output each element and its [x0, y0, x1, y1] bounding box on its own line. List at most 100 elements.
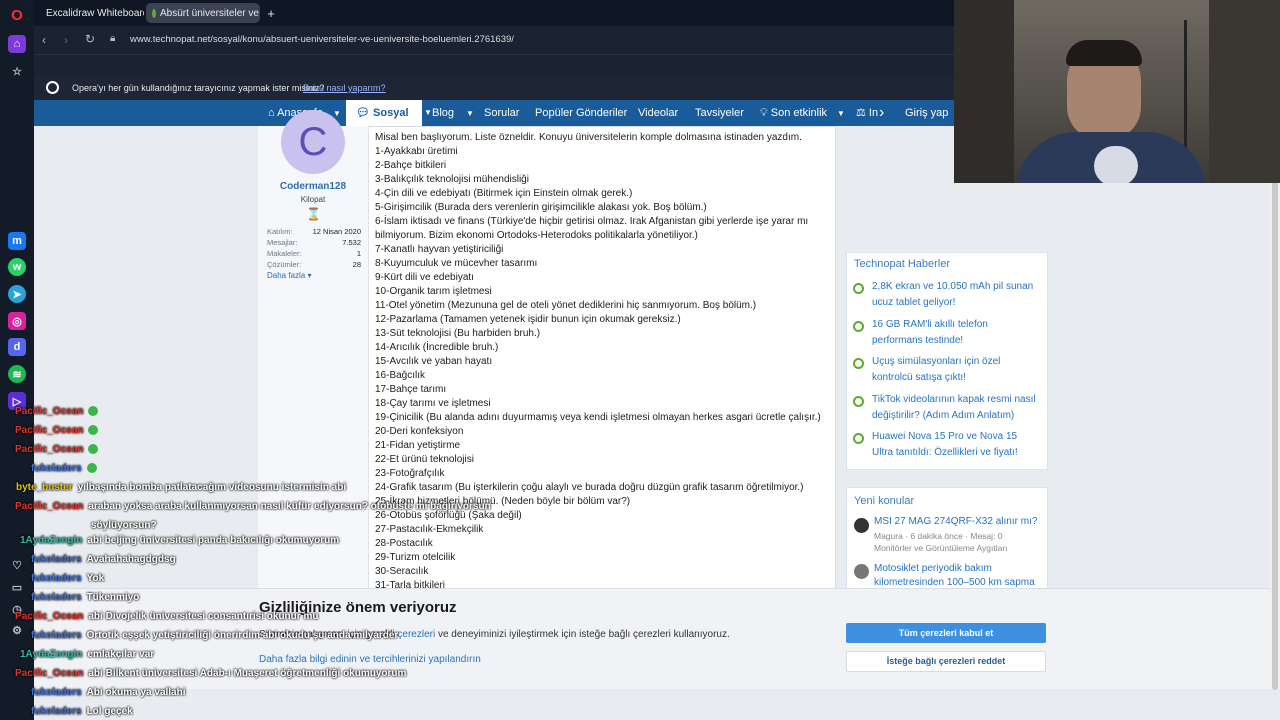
- author-rank: Kilopat: [300, 195, 326, 204]
- chat-text: yılbaşında bomba patlatacağım videosunu …: [77, 482, 347, 493]
- wall-shadow: [1209, 0, 1280, 183]
- messenger-icon[interactable]: m: [8, 232, 26, 250]
- tab-technopat[interactable]: Absürt üniversiteler ve ün: [146, 3, 260, 23]
- tab-excalidraw[interactable]: Excalidraw Whiteboard: [36, 3, 144, 23]
- spotify-icon[interactable]: ≋: [8, 365, 26, 383]
- nav-recommendations[interactable]: Tavsiyeler: [695, 100, 744, 126]
- infobar-link[interactable]: Bunu nasıl yaparım?: [303, 83, 386, 93]
- news-item[interactable]: 16 GB RAM'li akıllı telefon performans t…: [872, 317, 1036, 349]
- nav-more[interactable]: ⚖ In: [856, 100, 878, 126]
- chat-username: Pacific_Ocean: [15, 406, 84, 417]
- author-name[interactable]: Coderman128: [258, 181, 368, 192]
- whatsapp-icon[interactable]: w: [8, 258, 26, 276]
- avatar[interactable]: C: [281, 110, 345, 174]
- nav-questions[interactable]: Sorular: [484, 100, 519, 126]
- telegram-icon[interactable]: ➤: [8, 285, 26, 303]
- post-line: 6-İslam iktisadı ve finans (Türkiye'de h…: [375, 216, 809, 227]
- topic-meta: Magura · 6 dakika önce · Mesaj: 0: [874, 531, 1003, 541]
- chat-username: Pacific_Ocean: [15, 501, 84, 512]
- star-icon[interactable]: ☆: [8, 62, 26, 80]
- back-icon[interactable]: ‹: [42, 33, 46, 47]
- tab-label: Excalidraw Whiteboard: [46, 7, 144, 19]
- chat-text: abi beijing üniversitesi panda bakıcılığ…: [87, 535, 340, 546]
- nav-blog[interactable]: Blog ▼: [432, 100, 474, 126]
- avatar[interactable]: [854, 564, 869, 579]
- chat-message: Pacific_Ocean abi Bilkent üniversitesi Ad…: [15, 667, 406, 680]
- opera-logo-icon[interactable]: O: [8, 6, 26, 24]
- url-field[interactable]: www.technopat.net/sosyal/konu/absuert-ue…: [130, 34, 514, 45]
- discord-icon[interactable]: d: [8, 338, 26, 356]
- reload-icon[interactable]: ↻: [85, 32, 95, 46]
- caret-down-icon: ▾: [307, 271, 312, 280]
- lightbulb-icon: 💡︎: [760, 107, 771, 119]
- chat-message: Pacific_Ocean: [15, 443, 99, 456]
- home-icon[interactable]: ⌂: [8, 35, 26, 53]
- post-line: 8-Kuyumculuk ve mücevher tasarımı: [375, 258, 538, 269]
- cookie-settings-link[interactable]: Daha fazla bilgi edinin ve tercihleriniz…: [259, 654, 481, 665]
- person-hair: [1066, 40, 1142, 66]
- microphone: [1094, 146, 1138, 183]
- news-item[interactable]: TikTok videolarının kapak resmi nasıl de…: [872, 392, 1036, 424]
- default-browser-infobar: Opera'yı her gün kullandığınız tarayıcın…: [34, 76, 954, 100]
- chat-username: 1AydaZengin: [20, 535, 83, 546]
- chat-text: araban yoksa araba kullanmıyorsan nasıl …: [88, 501, 491, 512]
- chat-bubble-icon: 💬︎: [356, 107, 374, 119]
- door-frame: [954, 0, 1014, 183]
- power-icon: [853, 395, 864, 407]
- chat-text: Lol geçek: [86, 706, 133, 717]
- nav-social[interactable]: 💬︎ Sosyal: [346, 100, 422, 126]
- power-icon: [853, 433, 864, 444]
- post-line: 28-Postacılık: [375, 538, 433, 549]
- post-line: 12-Pazarlama (Tamamen yetenek işidir bun…: [375, 314, 681, 325]
- heart-icon[interactable]: ♡: [8, 556, 26, 574]
- post-line: 23-Fotoğrafçılık: [375, 468, 445, 479]
- nav-latest-activity[interactable]: 💡︎ Son etkinlik ▼: [760, 100, 845, 126]
- topic-title[interactable]: MSI 27 MAG 274QRF-X32 alınır mı?: [874, 516, 1037, 527]
- news-item[interactable]: Huawei Nova 15 Pro ve Nova 15 Ultra tanı…: [872, 429, 1036, 461]
- post-line: 11-Otel yönetim (Mezununa gel de oteli y…: [375, 300, 757, 311]
- chat-message: fukoladers Yok: [31, 572, 104, 585]
- topic-forum[interactable]: Monitörler ve Görüntüleme Aygıtları: [874, 543, 1008, 553]
- post-line: 18-Çay tarımı ve işletmesi: [375, 398, 491, 409]
- chat-text: Avahahahagdgdsg: [86, 554, 176, 565]
- power-icon: [853, 283, 864, 294]
- news-item[interactable]: Uçuş simülasyonları için özel kontrolcü …: [872, 354, 1036, 386]
- new-tab-button[interactable]: +: [262, 3, 280, 23]
- power-icon: [853, 358, 864, 369]
- avatar[interactable]: [854, 518, 869, 533]
- nav-popular[interactable]: Popüler Gönderiler: [535, 100, 627, 126]
- webcam-overlay: [954, 0, 1280, 183]
- post-line: 1-Ayakkabı üretimi: [375, 146, 458, 157]
- emote-icon: [88, 425, 99, 436]
- chat-username: fukoladers: [31, 573, 82, 584]
- post-line: 4-Çin dili ve edebiyatı (Bitirmek için E…: [375, 188, 633, 199]
- post-line: 30-Seracılık: [375, 566, 429, 577]
- hourglass-icon: ⌛: [306, 207, 321, 221]
- nav-videos[interactable]: Videolar: [638, 100, 678, 126]
- technopat-icon: [152, 8, 156, 18]
- post-line: 24-Grafik tasarım (Bu işterkilerin çoğu …: [375, 482, 804, 493]
- chat-username: fukoladers: [31, 554, 82, 565]
- scrollbar-thumb[interactable]: [1272, 130, 1278, 690]
- post-line: 5-Girişimcilik (Burada ders verenlerin g…: [375, 202, 707, 213]
- settings-icon[interactable]: ⚙: [8, 621, 26, 639]
- post-line: Misal ben başlıyorum. Liste özneldir. Ko…: [375, 132, 802, 143]
- chat-username: Pacific_Ocean: [15, 425, 84, 436]
- chat-icon[interactable]: ▭: [8, 578, 26, 596]
- chat-text: Abi okuma ya vallahi: [86, 687, 186, 698]
- chat-username: fukoladers: [31, 630, 82, 641]
- topic-title[interactable]: Motosiklet periyodik bakım kilometresind…: [874, 562, 1040, 590]
- chat-message: Pacific_Ocean: [15, 424, 99, 437]
- news-item[interactable]: 2,8K ekran ve 10.050 mAh pil sunan ucuz …: [872, 279, 1036, 311]
- nav-scroll-right-icon[interactable]: ›: [879, 100, 884, 126]
- accept-cookies-button[interactable]: Tüm çerezleri kabul et: [846, 623, 1046, 643]
- reject-cookies-button[interactable]: İsteğe bağlı çerezleri reddet: [846, 651, 1046, 672]
- cookie-link[interactable]: çerezleri: [397, 629, 435, 640]
- chat-username: Pacific_Ocean: [15, 668, 84, 679]
- instagram-icon[interactable]: ◎: [8, 312, 26, 330]
- post-line: 13-Süt teknolojisi (Bu harbiden bruh.): [375, 328, 541, 339]
- forward-icon[interactable]: ›: [64, 33, 68, 47]
- login-link[interactable]: Giriş yap: [905, 100, 948, 126]
- more-link[interactable]: Daha fazla ▾: [267, 271, 312, 280]
- post-line: bilmiyorum. Bizim ekonomi Ortodoks-Heter…: [375, 230, 698, 241]
